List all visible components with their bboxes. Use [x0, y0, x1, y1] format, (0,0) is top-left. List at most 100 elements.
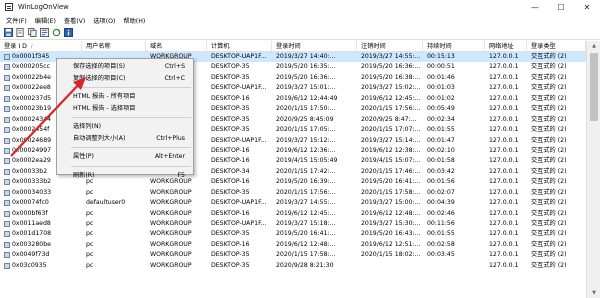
table-row[interactable]: 0x03c0935 pc WORKGROUP DESKTOP-35 2020/9/28 … — [0, 261, 586, 271]
column-header-logon-time[interactable]: 登录时间 — [272, 41, 357, 52]
cell-logon-time: 2019/5/20 16:36:... — [276, 73, 336, 81]
cell-user-name: defaultuser0 — [86, 199, 126, 207]
column-header-row: 登录 I D / 用户名称 域名 计算机 登录时间 注销时间 持续时间 网络地址 … — [0, 41, 586, 52]
table-row[interactable]: 0x001d1708 pc WORKGROUP DESKTOP-35 2019/5/20… — [0, 229, 586, 239]
minimize-button[interactable]: — — [522, 0, 548, 14]
cell-computer: DESKTOP-16 — [211, 146, 250, 154]
menu-file[interactable]: 文件(F) — [2, 16, 31, 25]
context-menu-item[interactable]: HTML 报告 - 所有项目 — [57, 91, 193, 103]
context-menu-item[interactable]: 选择列(N) — [57, 121, 193, 133]
column-header-computer[interactable]: 计算机 — [207, 41, 272, 52]
cell-computer: DESKTOP-35 — [211, 73, 250, 81]
column-header-network-address[interactable]: 网络地址 — [485, 41, 527, 52]
html-report-icon[interactable] — [15, 28, 25, 38]
table-row[interactable]: 0x0049f73d pc WORKGROUP DESKTOP-35 2020/1/15… — [0, 250, 586, 260]
cell-logon-id: 0x0049f73d — [12, 251, 50, 259]
cell-logon-type: 交互式的 (2) — [531, 178, 567, 186]
context-menu-item[interactable]: 刷新(R) F5 — [57, 170, 193, 182]
maximize-button[interactable]: ☐ — [548, 0, 574, 14]
context-menu: 保存选择的项目(S) Ctrl+S 复制选择的项目(C) Ctrl+C HTML 报告 … — [56, 58, 194, 179]
cell-network-address: 127.0.0.1 — [489, 157, 519, 165]
cell-domain: WORKGROUP — [150, 209, 192, 217]
menu-edit[interactable]: 编辑(E) — [31, 16, 60, 25]
context-menu-item[interactable]: 属性(P) Alt+Enter — [57, 151, 193, 163]
cell-logon-type: 交互式的 (2) — [531, 230, 567, 238]
cell-computer: DESKTOP-UAP1F... — [211, 53, 267, 60]
scroll-thumb[interactable] — [590, 53, 598, 121]
scroll-up-icon[interactable]: ▲ — [587, 41, 600, 51]
context-menu-item[interactable]: 复制选择的项目(C) Ctrl+C — [57, 73, 193, 85]
cell-logon-time: 2019/5/20 16:41:... — [276, 230, 336, 238]
cell-computer: DESKTOP-16 — [211, 240, 250, 248]
table-row[interactable]: 0x003280be pc WORKGROUP DESKTOP-16 2019/6/12… — [0, 240, 586, 250]
cell-domain: WORKGROUP — [150, 240, 192, 248]
context-menu-item[interactable]: 保存选择的项目(S) Ctrl+S — [57, 61, 193, 73]
cell-computer: DESKTOP-35 — [211, 105, 250, 113]
cell-logoff-time: 2019/5/20 16:43:... — [361, 230, 421, 238]
cell-network-address: 127.0.0.1 — [489, 84, 519, 92]
context-menu-item[interactable]: 自动调整列大小(A) Ctrl+Plus — [57, 133, 193, 145]
menu-help[interactable]: 帮助(H) — [119, 16, 149, 25]
cell-logoff-time: 2019/3/27 15:30:... — [361, 220, 421, 227]
cell-user-name: pc — [86, 251, 94, 259]
cell-logoff-time: 2019/6/12 12:45:... — [361, 94, 421, 102]
cell-computer: DESKTOP-35 — [211, 63, 250, 71]
table-row[interactable]: 0x00074fc0 defaultuser0 WORKGROUP DESKTOP-U… — [0, 198, 586, 208]
table-row[interactable]: 0x000bf63f pc WORKGROUP DESKTOP-16 2019/6/12… — [0, 209, 586, 219]
cell-duration: 00:01:03 — [427, 84, 455, 92]
menu-options[interactable]: 选项(O) — [89, 16, 119, 25]
cell-logon-time: 2019/3/27 14:55:... — [276, 199, 336, 207]
cell-network-address: 127.0.0.1 — [489, 115, 519, 123]
vertical-scrollbar[interactable]: ▲ ▼ — [586, 41, 600, 298]
column-header-domain[interactable]: 域名 — [146, 41, 207, 52]
cell-domain: WORKGROUP — [150, 188, 192, 196]
cell-logoff-time: 2019/5/20 16:38:... — [361, 73, 421, 81]
cell-logon-type: 交互式的 (2) — [531, 105, 567, 113]
cell-network-address: 127.0.0.1 — [489, 178, 519, 186]
cell-logon-time: 2019/5/20 16:35:... — [276, 63, 336, 71]
cell-logon-id: 0x00074fc0 — [12, 199, 49, 207]
toolbar — [0, 26, 600, 40]
context-menu-item[interactable]: HTML 报告 - 选择项目 — [57, 103, 193, 115]
cell-user-name: pc — [86, 188, 94, 196]
cell-duration: 00:00:51 — [427, 63, 455, 71]
close-button[interactable]: ✕ — [574, 0, 600, 14]
cell-logoff-time: 2019/6/12 12:48:... — [361, 209, 421, 217]
cell-duration: 00:01:02 — [427, 94, 455, 102]
cell-domain: WORKGROUP — [150, 199, 192, 207]
cell-duration: 00:02:34 — [427, 115, 455, 123]
cell-duration — [423, 261, 485, 271]
context-menu-item-label: 选择列(N) — [73, 123, 102, 130]
cell-logon-type: 交互式的 (2) — [531, 261, 567, 269]
menu-view[interactable]: 查看(V) — [60, 16, 89, 25]
cell-user-name: pc — [86, 261, 94, 269]
about-icon[interactable] — [63, 28, 73, 38]
context-menu-shortcut: Ctrl+C — [164, 74, 185, 82]
cell-duration: 00:02:10 — [427, 146, 455, 154]
cell-logon-time: 2020/1/15 17:42:... — [276, 167, 336, 175]
column-header-duration[interactable]: 持续时间 — [423, 41, 485, 52]
cell-computer: DESKTOP-UAP1F... — [211, 220, 267, 227]
cell-logoff-time: 2019/3/27 15:14:... — [361, 136, 421, 144]
cell-logon-time: 2020/1/15 17:56:... — [276, 188, 336, 196]
refresh-icon[interactable] — [51, 28, 61, 38]
cell-duration: 00:01:55 — [427, 230, 455, 238]
cell-network-address: 127.0.0.1 — [489, 126, 519, 134]
cell-user-name: pc — [86, 230, 94, 238]
properties-icon[interactable] — [39, 28, 49, 38]
window-controls: — ☐ ✕ — [522, 0, 600, 14]
cell-logon-type: 交互式的 (2) — [531, 73, 567, 81]
column-header-user-name[interactable]: 用户名称 — [82, 41, 146, 52]
copy-icon[interactable] — [27, 28, 37, 38]
cell-user-name: pc — [86, 209, 94, 217]
table-row[interactable]: 0x0011aed8 pc WORKGROUP DESKTOP-UAP1F... 201… — [0, 219, 586, 229]
column-header-logon-type[interactable]: 登录类型 — [527, 41, 586, 52]
save-icon[interactable] — [3, 28, 13, 38]
cell-duration: 00:01:55 — [427, 126, 455, 134]
context-menu-item-label: 自动调整列大小(A) — [73, 134, 126, 142]
cell-network-address: 127.0.0.1 — [489, 209, 519, 217]
column-header-logoff-time[interactable]: 注销时间 — [357, 41, 423, 52]
scroll-down-icon[interactable]: ▼ — [587, 288, 600, 298]
table-row[interactable]: 0x00034033 pc WORKGROUP DESKTOP-35 2020/1/15… — [0, 188, 586, 198]
column-header-logon-id[interactable]: 登录 I D / — [0, 41, 82, 52]
